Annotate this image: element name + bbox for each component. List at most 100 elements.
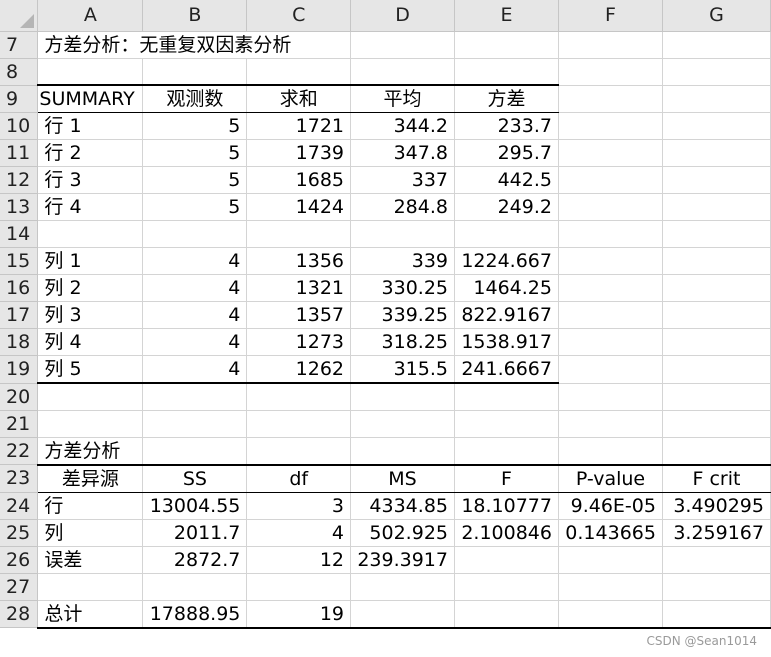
row-header[interactable]: 11: [0, 139, 39, 167]
cell[interactable]: [350, 437, 455, 466]
row-header[interactable]: 18: [0, 328, 39, 356]
anova-total-label[interactable]: 总计: [37, 600, 144, 629]
cell[interactable]: [662, 220, 771, 248]
cell[interactable]: [558, 31, 663, 59]
column-header-d[interactable]: D: [350, 0, 455, 32]
anova-header-cell[interactable]: SS: [142, 464, 248, 493]
cell[interactable]: [558, 220, 663, 248]
anova-header-cell[interactable]: MS: [350, 464, 455, 493]
anova-ss-cell[interactable]: 13004.55: [142, 492, 248, 520]
cell[interactable]: [662, 437, 771, 466]
summary-sum-cell[interactable]: 1321: [246, 274, 352, 302]
cell[interactable]: [662, 31, 771, 59]
anova-header-cell[interactable]: 差异源: [37, 464, 144, 493]
row-header[interactable]: 8: [0, 58, 39, 86]
select-all-corner[interactable]: [0, 0, 39, 32]
anova-p-cell[interactable]: 0.143665: [558, 519, 663, 547]
cell[interactable]: [662, 410, 771, 438]
anova-header-cell[interactable]: df: [246, 464, 352, 493]
anova-f-cell[interactable]: 2.100846: [454, 519, 559, 547]
anova-ms-cell[interactable]: 502.925: [350, 519, 455, 547]
cell[interactable]: [246, 58, 352, 86]
cell[interactable]: [142, 220, 248, 248]
cell[interactable]: [350, 383, 455, 411]
anova-df-cell[interactable]: 3: [246, 492, 352, 520]
cell[interactable]: [558, 573, 663, 601]
cell[interactable]: [454, 58, 559, 86]
summary-var-cell[interactable]: 442.5: [454, 166, 559, 194]
summary-avg-cell[interactable]: 318.25: [350, 328, 455, 356]
anova-total-ss[interactable]: 17888.95: [142, 600, 248, 629]
summary-header-cell[interactable]: 平均: [350, 85, 455, 113]
cell[interactable]: [246, 383, 352, 411]
cell[interactable]: [662, 247, 771, 275]
summary-avg-cell[interactable]: 339: [350, 247, 455, 275]
anova-p-cell[interactable]: [558, 546, 663, 574]
cell[interactable]: [558, 139, 663, 167]
cell[interactable]: [558, 193, 663, 221]
cell[interactable]: [142, 437, 248, 466]
cell[interactable]: [662, 274, 771, 302]
summary-sum-cell[interactable]: 1721: [246, 112, 352, 140]
cell[interactable]: [454, 383, 559, 411]
column-header-e[interactable]: E: [454, 0, 559, 32]
cell[interactable]: [662, 383, 771, 411]
anova-ss-cell[interactable]: 2011.7: [142, 519, 248, 547]
row-header[interactable]: 20: [0, 383, 39, 411]
summary-sum-cell[interactable]: 1357: [246, 301, 352, 329]
summary-count-cell[interactable]: 4: [142, 355, 248, 384]
cell[interactable]: [454, 220, 559, 248]
row-header[interactable]: 16: [0, 274, 39, 302]
cell[interactable]: [558, 437, 663, 466]
summary-avg-cell[interactable]: 315.5: [350, 355, 455, 384]
anova-source-cell[interactable]: 误差: [37, 546, 144, 574]
summary-avg-cell[interactable]: 284.8: [350, 193, 455, 221]
summary-label-cell[interactable]: 行 3: [37, 166, 144, 194]
summary-avg-cell[interactable]: 339.25: [350, 301, 455, 329]
row-header[interactable]: 7: [0, 31, 39, 59]
row-header[interactable]: 9: [0, 85, 39, 113]
summary-count-cell[interactable]: 5: [142, 193, 248, 221]
cell[interactable]: [350, 600, 455, 629]
cell[interactable]: [558, 328, 663, 356]
cell[interactable]: [37, 573, 144, 601]
summary-sum-cell[interactable]: 1262: [246, 355, 352, 384]
row-header[interactable]: 25: [0, 519, 39, 547]
summary-sum-cell[interactable]: 1685: [246, 166, 352, 194]
cell[interactable]: [558, 166, 663, 194]
summary-label-cell[interactable]: 列 2: [37, 274, 144, 302]
anova-header-cell[interactable]: P-value: [558, 464, 663, 493]
cell[interactable]: [558, 112, 663, 140]
cell[interactable]: [454, 600, 559, 629]
anova-header-cell[interactable]: F: [454, 464, 559, 493]
cell[interactable]: [558, 383, 663, 411]
anova-header-cell[interactable]: F crit: [662, 464, 771, 493]
cell[interactable]: [454, 437, 559, 466]
anova-f-cell[interactable]: [454, 546, 559, 574]
row-header[interactable]: 23: [0, 464, 39, 493]
summary-avg-cell[interactable]: 347.8: [350, 139, 455, 167]
summary-label-cell[interactable]: 行 4: [37, 193, 144, 221]
cell[interactable]: [558, 410, 663, 438]
column-header-a[interactable]: A: [37, 0, 144, 32]
summary-header-cell[interactable]: 求和: [246, 85, 352, 113]
anova-ms-cell[interactable]: 239.3917: [350, 546, 455, 574]
cell[interactable]: [246, 437, 352, 466]
cell[interactable]: [142, 573, 248, 601]
anova-fcrit-cell[interactable]: [662, 546, 771, 574]
cell[interactable]: [350, 58, 455, 86]
cell[interactable]: [454, 573, 559, 601]
cell[interactable]: [662, 112, 771, 140]
summary-var-cell[interactable]: 233.7: [454, 112, 559, 140]
summary-header-cell[interactable]: 观测数: [142, 85, 248, 113]
summary-avg-cell[interactable]: 344.2: [350, 112, 455, 140]
cell[interactable]: [142, 383, 248, 411]
row-header[interactable]: 27: [0, 573, 39, 601]
cell[interactable]: [246, 410, 352, 438]
column-header-b[interactable]: B: [142, 0, 248, 32]
row-header[interactable]: 13: [0, 193, 39, 221]
cell[interactable]: [558, 355, 663, 384]
summary-header-cell[interactable]: 方差: [454, 85, 559, 113]
cell[interactable]: [558, 600, 663, 629]
cell[interactable]: [350, 31, 455, 59]
